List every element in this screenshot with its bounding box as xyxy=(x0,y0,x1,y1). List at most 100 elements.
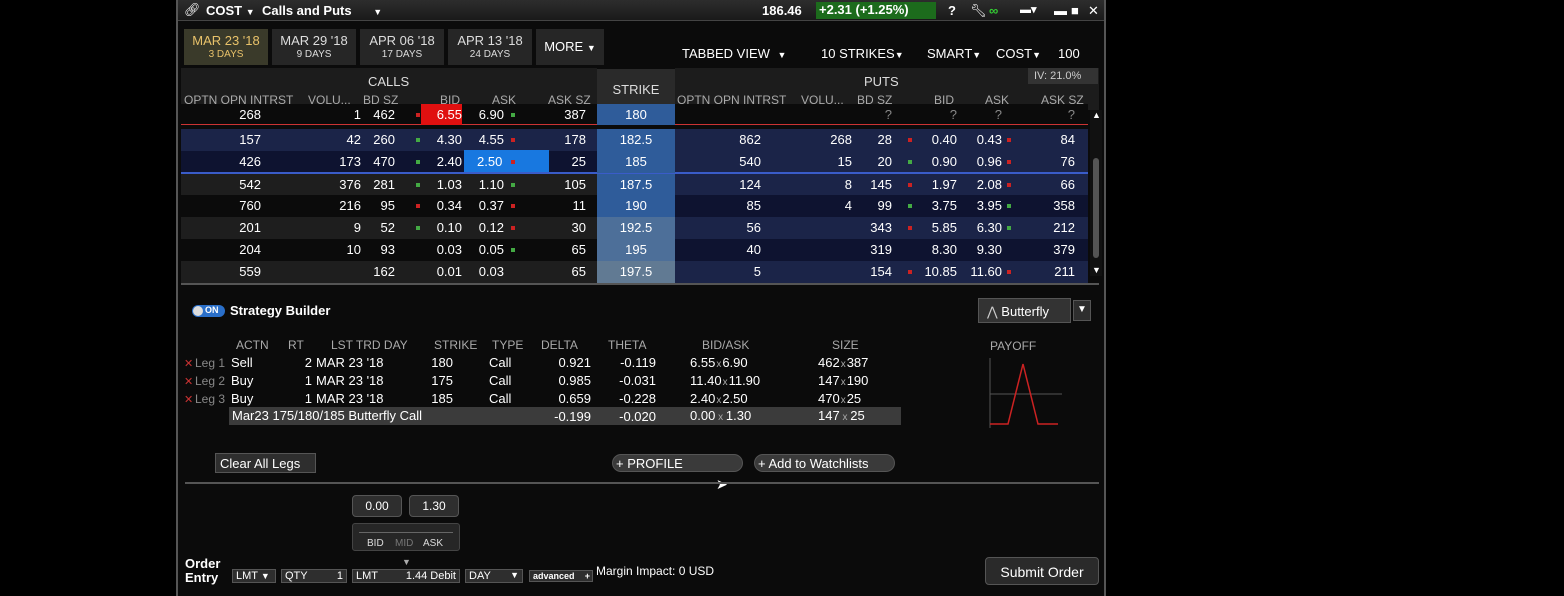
put-bid-size[interactable]: 319 xyxy=(846,242,892,257)
put-bid[interactable]: 0.90 xyxy=(916,154,957,169)
strike-cell[interactable]: 190 xyxy=(597,195,675,217)
put-open-interest[interactable]: 85 xyxy=(713,198,761,213)
strike-cell[interactable]: 187.5 xyxy=(597,174,675,196)
put-ask[interactable]: 9.30 xyxy=(964,242,1002,257)
view-mode-selector[interactable]: TABBED VIEW ▼ xyxy=(682,46,786,61)
call-ask-size[interactable]: 65 xyxy=(541,264,586,279)
scroll-thumb[interactable] xyxy=(1093,158,1099,258)
put-ask-size[interactable]: 358 xyxy=(1031,198,1075,213)
bid-price-button[interactable]: 0.00 xyxy=(352,495,402,517)
strike-cell[interactable]: 195 xyxy=(597,239,675,261)
call-ask[interactable]: 1.10 xyxy=(466,177,504,192)
strategy-preset-button[interactable]: ⋀ Butterfly xyxy=(978,298,1071,323)
strike-cell[interactable]: 197.5 xyxy=(597,261,675,283)
call-ask[interactable]: 0.12 xyxy=(466,220,504,235)
symbol-selector[interactable]: COST ▼ xyxy=(206,3,255,18)
chain-link-icon[interactable]: ∞ xyxy=(989,3,998,18)
call-ask-size[interactable]: 11 xyxy=(541,198,587,213)
remove-leg-icon[interactable]: ✕ xyxy=(184,357,193,370)
put-bid[interactable]: 0.40 xyxy=(916,132,957,147)
call-ask-size[interactable]: 178 xyxy=(541,132,586,147)
put-ask-size[interactable]: 379 xyxy=(1031,242,1075,257)
put-bid-size[interactable]: 20 xyxy=(846,154,892,169)
strike-cell[interactable]: 182.5 xyxy=(597,129,675,151)
clear-all-legs-button[interactable]: Clear All Legs xyxy=(215,453,316,473)
call-ask[interactable]: 0.05 xyxy=(466,242,504,257)
tab-mar-29[interactable]: MAR 29 '18 9 DAYS xyxy=(272,29,356,65)
view-selector[interactable]: Calls and Puts ▼ xyxy=(262,3,382,18)
limit-price-field[interactable]: LMT 1.44 Debit xyxy=(352,569,460,583)
put-open-interest[interactable]: 56 xyxy=(713,220,761,235)
put-ask-size[interactable]: 76 xyxy=(1031,154,1075,169)
remove-leg-icon[interactable]: ✕ xyxy=(184,375,193,388)
put-bid-size[interactable]: ? xyxy=(846,107,892,122)
exchange-selector[interactable]: SMART▼ xyxy=(927,46,981,61)
put-bid[interactable]: ? xyxy=(916,107,957,122)
put-open-interest[interactable]: 5 xyxy=(713,264,761,279)
call-bid-size[interactable]: 470 xyxy=(351,154,395,169)
scrollbar[interactable]: ▲ ▼ xyxy=(1090,110,1102,276)
call-bid[interactable]: 2.40 xyxy=(424,154,462,169)
strategy-leg-row[interactable]: ✕ Leg 1 Sell 2 MAR 23 '18 180 Call 0.921 -0.119 6… xyxy=(178,355,908,373)
call-ask[interactable]: 4.55 xyxy=(466,132,504,147)
put-bid[interactable]: 8.30 xyxy=(916,242,957,257)
put-ask[interactable]: ? xyxy=(964,107,1002,122)
put-ask-size[interactable]: 212 xyxy=(1031,220,1075,235)
minimize-icon[interactable]: ▬ xyxy=(1054,3,1067,18)
strike-cell[interactable]: 185 xyxy=(597,151,675,173)
put-ask[interactable]: 3.95 xyxy=(964,198,1002,213)
call-bid-size[interactable]: 93 xyxy=(351,242,395,257)
call-bid-size[interactable]: 95 xyxy=(351,198,395,213)
put-bid[interactable]: 5.85 xyxy=(916,220,957,235)
call-bid-size[interactable]: 162 xyxy=(351,264,395,279)
call-ask-size[interactable]: 387 xyxy=(541,107,586,122)
call-ask[interactable]: 0.03 xyxy=(466,264,504,279)
quantity-field[interactable]: QTY 1 xyxy=(281,569,347,583)
call-ask[interactable]: 2.50 xyxy=(464,150,549,172)
put-bid-size[interactable]: 154 xyxy=(846,264,892,279)
maximize-icon[interactable]: ■ xyxy=(1071,3,1079,18)
link-icon[interactable]: 🔗︎ xyxy=(184,2,201,18)
put-bid[interactable]: 10.85 xyxy=(916,264,957,279)
call-ask[interactable]: 0.37 xyxy=(466,198,504,213)
call-bid-size[interactable]: 462 xyxy=(351,107,395,122)
put-bid[interactable]: 3.75 xyxy=(916,198,957,213)
call-bid[interactable]: 0.34 xyxy=(424,198,462,213)
call-open-interest[interactable]: 268 xyxy=(221,107,261,122)
put-bid-size[interactable]: 145 xyxy=(846,177,892,192)
tif-select[interactable]: DAY ▼ xyxy=(465,569,523,583)
strikes-selector[interactable]: 10 STRIKES▼ xyxy=(821,46,904,61)
scroll-up-icon[interactable]: ▲ xyxy=(1092,110,1101,120)
call-bid-size[interactable]: 281 xyxy=(351,177,395,192)
strategy-leg-row[interactable]: ✕ Leg 2 Buy 1 MAR 23 '18 175 Call 0.985 -0.031 11… xyxy=(178,373,908,391)
put-ask-size[interactable]: ? xyxy=(1031,107,1075,122)
ask-price-button[interactable]: 1.30 xyxy=(409,495,459,517)
put-ask[interactable]: 6.30 xyxy=(964,220,1002,235)
order-type-select[interactable]: LMT ▼ xyxy=(232,569,276,583)
call-open-interest[interactable]: 201 xyxy=(221,220,261,235)
call-open-interest[interactable]: 204 xyxy=(221,242,261,257)
pin-icon[interactable]: ▬▾ xyxy=(1020,3,1037,16)
put-ask[interactable]: 0.96 xyxy=(964,154,1002,169)
strike-cell[interactable]: 180 xyxy=(597,104,675,125)
close-icon[interactable]: ✕ xyxy=(1088,3,1099,19)
chain-row[interactable]: 760 216 95 0.34 0.37 11 190 85 4 99 3.75 3.95 358 xyxy=(181,195,1088,217)
chain-row[interactable]: 542 376 281 1.03 1.10 105 187.5 124 8 145 1.97 2.08… xyxy=(181,173,1088,196)
preset-dropdown[interactable]: ▼ xyxy=(1073,300,1091,321)
call-bid[interactable]: 0.10 xyxy=(424,220,462,235)
call-ask-size[interactable]: 25 xyxy=(541,154,586,169)
put-open-interest[interactable]: 40 xyxy=(713,242,761,257)
call-open-interest[interactable]: 426 xyxy=(221,154,261,169)
call-ask-size[interactable]: 65 xyxy=(541,242,586,257)
put-ask-size[interactable]: 84 xyxy=(1031,132,1075,147)
wrench-icon[interactable]: 🔧︎ xyxy=(970,3,987,19)
call-ask-size[interactable]: 105 xyxy=(541,177,586,192)
put-ask-size[interactable]: 211 xyxy=(1031,264,1075,279)
chain-row[interactable]: 559 162 0.01 0.03 65 197.5 5 154 10.85 11.60 211 xyxy=(181,261,1088,283)
strike-cell[interactable]: 192.5 xyxy=(597,217,675,239)
tab-apr-13[interactable]: APR 13 '18 24 DAYS xyxy=(448,29,532,65)
put-open-interest[interactable]: 124 xyxy=(713,177,761,192)
call-bid-size[interactable]: 52 xyxy=(351,220,395,235)
call-open-interest[interactable]: 157 xyxy=(221,132,261,147)
underlying-selector[interactable]: COST▼ xyxy=(996,46,1041,61)
